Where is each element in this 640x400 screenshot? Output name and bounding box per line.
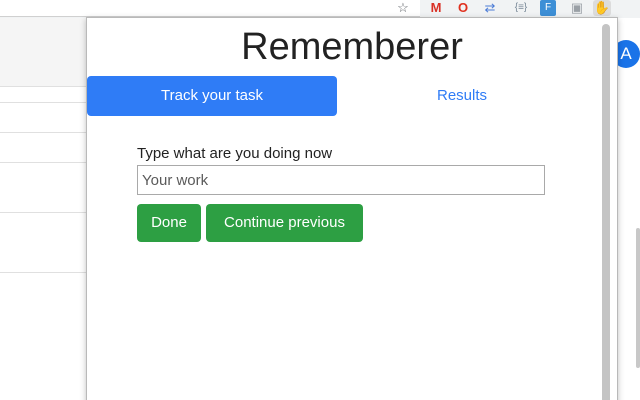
gmail-icon[interactable]: M — [428, 0, 444, 16]
popup-scrollbar[interactable] — [602, 24, 610, 400]
json-icon[interactable]: {≡} — [512, 0, 530, 16]
done-button[interactable]: Done — [137, 204, 201, 242]
translate-icon[interactable]: ⇄ — [482, 0, 498, 16]
background-divider — [0, 212, 88, 213]
extension-icon[interactable]: ▣ — [570, 0, 584, 16]
background-divider — [0, 162, 88, 163]
background-divider — [0, 272, 88, 273]
f-extension-icon[interactable]: F — [540, 0, 556, 16]
hand-icon[interactable]: ✋ — [593, 0, 611, 16]
tab-results[interactable]: Results — [337, 76, 587, 116]
task-input-label: Type what are you doing now — [137, 145, 333, 162]
address-bar[interactable] — [0, 0, 420, 17]
opera-icon[interactable]: O — [456, 0, 470, 16]
background-scrollbar[interactable] — [636, 228, 640, 368]
task-input[interactable] — [137, 165, 545, 195]
tab-track-your-task[interactable]: Track your task — [87, 76, 337, 116]
popup-title: Rememberer — [241, 26, 463, 68]
extension-popup: Rememberer Track your task Results Type … — [86, 17, 618, 400]
browser-window: ☆ M O ⇄ {≡} F ▣ ✋ A Rememberer Track you… — [0, 0, 640, 400]
continue-previous-button[interactable]: Continue previous — [206, 204, 363, 242]
background-divider — [0, 102, 88, 103]
background-page-header — [0, 18, 88, 87]
star-icon[interactable]: ☆ — [395, 0, 411, 16]
background-divider — [0, 132, 88, 133]
